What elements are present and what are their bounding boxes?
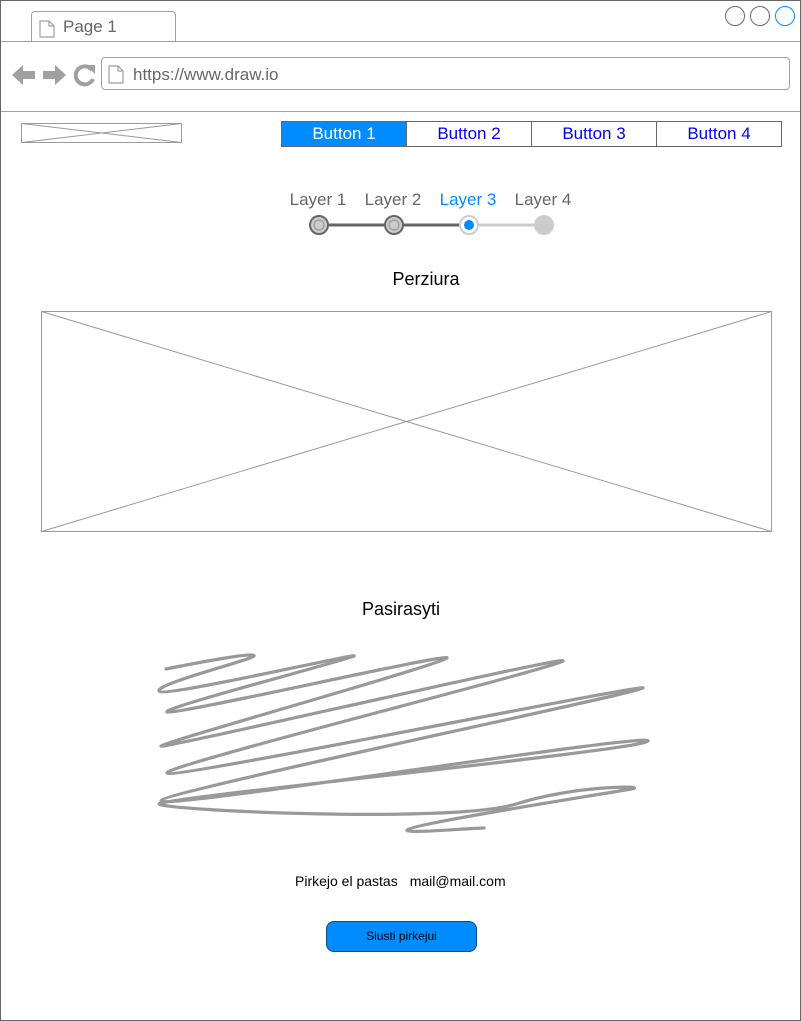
page-icon	[108, 65, 124, 89]
stepper-label-layer-4: Layer 4	[514, 190, 572, 209]
forward-arrow-icon[interactable]	[41, 62, 67, 93]
buyer-email-label: Pirkejo el pastas	[295, 873, 398, 889]
reload-icon[interactable]	[72, 62, 96, 93]
layer-stepper	[301, 211, 561, 246]
maximize-button[interactable]	[750, 6, 770, 26]
browser-window: Page 1 https://www.draw.io Button 1 Butt…	[0, 0, 801, 1021]
stepper-step-3[interactable]	[459, 215, 479, 235]
signature-pad[interactable]	[151, 646, 661, 846]
header-divider	[1, 111, 800, 112]
minimize-button[interactable]	[725, 6, 745, 26]
preview-image-placeholder	[41, 311, 772, 537]
button-2[interactable]: Button 2	[406, 122, 531, 146]
button-bar: Button 1 Button 2 Button 3 Button 4	[281, 121, 782, 147]
back-arrow-icon[interactable]	[11, 62, 37, 93]
page-icon	[39, 20, 55, 43]
stepper-step-1[interactable]	[309, 215, 329, 235]
button-3[interactable]: Button 3	[531, 122, 656, 146]
signature-title: Pasirasyti	[361, 599, 441, 619]
address-bar[interactable]: https://www.draw.io	[101, 57, 790, 90]
buyer-email-row: Pirkejo el pastas mail@mail.com	[295, 873, 506, 889]
browser-tab[interactable]: Page 1	[31, 11, 176, 41]
close-button[interactable]	[775, 6, 795, 26]
url-text: https://www.draw.io	[133, 65, 279, 84]
tab-title: Page 1	[63, 17, 117, 36]
send-to-buyer-button[interactable]: Siusti pirkejui	[326, 921, 477, 952]
button-4[interactable]: Button 4	[656, 122, 781, 146]
preview-title: Perziura	[392, 269, 460, 289]
tab-divider	[1, 41, 800, 42]
logo-placeholder	[21, 123, 182, 148]
buyer-email-value: mail@mail.com	[409, 873, 506, 889]
button-1[interactable]: Button 1	[282, 122, 406, 146]
stepper-step-2[interactable]	[384, 215, 404, 235]
stepper-step-4[interactable]	[534, 215, 554, 235]
